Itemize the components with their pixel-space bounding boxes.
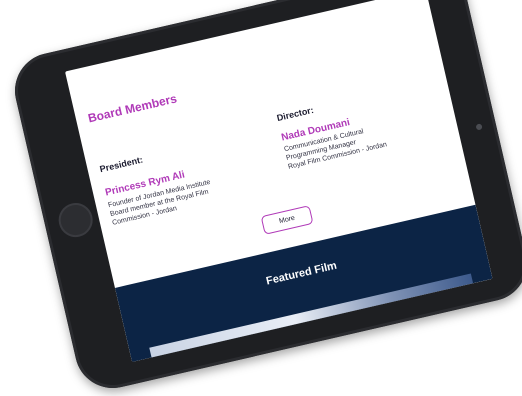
director-description: Communication & Cultural Programming Man… — [283, 109, 445, 171]
director-role: Director: — [275, 104, 315, 124]
home-button[interactable] — [55, 199, 97, 241]
featured-film-section: Featured Film — [114, 204, 493, 362]
more-button[interactable]: More — [260, 205, 314, 235]
tablet-screen: Board Members President: Princess Rym Al… — [65, 0, 493, 362]
featured-film-title: Featured Film — [265, 259, 339, 288]
tablet-device: Board Members President: Princess Rym Al… — [7, 0, 522, 396]
camera-icon — [475, 123, 483, 131]
president-role: President: — [98, 154, 144, 175]
board-members-heading: Board Members — [86, 91, 179, 126]
featured-film-thumbnail[interactable] — [149, 273, 474, 358]
